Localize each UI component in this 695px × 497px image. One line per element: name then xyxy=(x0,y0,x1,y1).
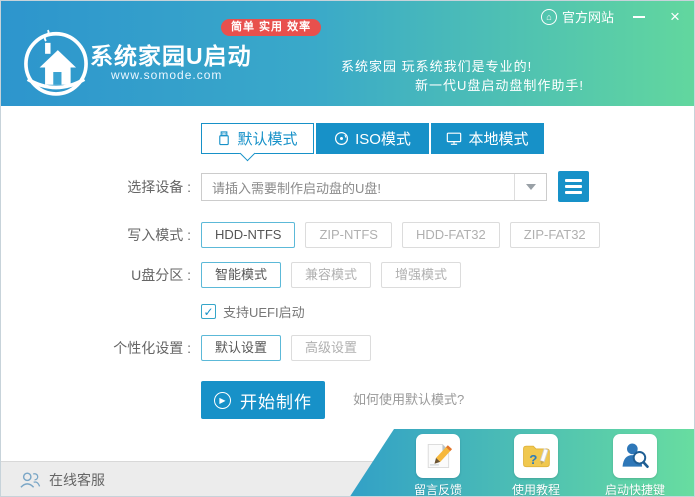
slogan-badge: 简单 实用 效率 xyxy=(221,19,322,36)
official-site-label: 官方网站 xyxy=(561,10,614,25)
app-logo-house-icon xyxy=(24,29,88,96)
customer-service-icon xyxy=(20,472,41,488)
hotkey-label: 启动快捷键 xyxy=(604,483,665,497)
app-title: 系统家园U启动 xyxy=(90,43,252,69)
partition-enhanced-mode[interactable]: 增强模式 xyxy=(381,262,462,288)
online-service-button[interactable]: 在线客服 xyxy=(19,470,105,490)
uefi-checkbox-wrap[interactable]: ✓ 支持UEFI启动 xyxy=(201,302,305,321)
play-icon: ▶ xyxy=(214,391,231,409)
tab-iso-mode[interactable]: ISO模式 xyxy=(316,123,429,154)
partition-compat-mode[interactable]: 兼容模式 xyxy=(291,262,372,288)
partition-label: U盘分区 : xyxy=(131,267,191,283)
tutorial-folder-icon: ? xyxy=(514,434,558,478)
uefi-checkbox[interactable]: ✓ xyxy=(201,304,216,319)
hamburger-icon xyxy=(565,179,582,182)
write-mode-label: 写入模式 : xyxy=(127,227,191,243)
write-mode-hdd-ntfs[interactable]: HDD-NTFS xyxy=(201,222,296,248)
write-mode-hdd-fat32[interactable]: HDD-FAT32 xyxy=(401,222,500,248)
personalize-default[interactable]: 默认设置 xyxy=(201,335,282,361)
minimize-icon xyxy=(633,15,645,18)
hotkey-search-icon xyxy=(613,434,657,478)
minimize-button[interactable] xyxy=(628,8,650,26)
device-select-arrow[interactable] xyxy=(514,174,546,200)
feedback-shortcut[interactable]: 留言反馈 xyxy=(403,434,473,497)
slogan-line2: 新一代U盘启动盘制作助手! xyxy=(415,78,585,93)
app-url: www.somode.com xyxy=(111,68,223,82)
chevron-down-icon xyxy=(525,184,536,190)
monitor-icon xyxy=(447,132,462,145)
device-menu-button[interactable] xyxy=(558,171,589,202)
disc-icon xyxy=(335,131,349,146)
partition-smart-mode[interactable]: 智能模式 xyxy=(201,262,282,288)
feedback-pencil-icon xyxy=(416,434,460,478)
write-mode-zip-fat32[interactable]: ZIP-FAT32 xyxy=(509,222,600,248)
header: 系统家园U启动 www.somode.com 简单 实用 效率 系统家园 玩系统… xyxy=(1,1,694,106)
tab-local-mode[interactable]: 本地模式 xyxy=(431,123,544,154)
tutorial-shortcut[interactable]: ? 使用教程 xyxy=(501,434,571,497)
uefi-checkbox-label: 支持UEFI启动 xyxy=(223,305,305,320)
tab-iso-label: ISO模式 xyxy=(355,131,411,148)
footer-shortcuts-panel: 留言反馈 ? 使用教程 启动快捷键 xyxy=(349,429,694,497)
usb-icon xyxy=(219,131,230,146)
official-site-link[interactable]: ⌂ 官方网站 xyxy=(540,7,614,26)
feedback-label: 留言反馈 xyxy=(413,483,462,497)
hotkey-shortcut[interactable]: 启动快捷键 xyxy=(600,434,670,497)
write-mode-zip-ntfs[interactable]: ZIP-NTFS xyxy=(305,222,392,248)
start-button[interactable]: ▶ 开始制作 xyxy=(201,381,325,419)
device-select[interactable]: 请插入需要制作启动盘的U盘! xyxy=(201,173,547,201)
device-label: 选择设备 : xyxy=(127,179,191,195)
app-window: 系统家园U启动 www.somode.com 简单 实用 效率 系统家园 玩系统… xyxy=(0,0,695,497)
tab-default-mode[interactable]: 默认模式 xyxy=(201,123,314,154)
personalize-label: 个性化设置 : xyxy=(113,340,191,356)
official-site-icon: ⌂ xyxy=(540,8,557,25)
svg-text:?: ? xyxy=(529,452,537,467)
tutorial-label: 使用教程 xyxy=(511,483,560,497)
online-service-label: 在线客服 xyxy=(49,472,105,488)
device-select-value: 请插入需要制作启动盘的U盘! xyxy=(212,180,382,196)
help-link[interactable]: 如何使用默认模式? xyxy=(353,381,464,419)
slogan-line1: 系统家园 玩系统我们是专业的! xyxy=(341,59,533,74)
mode-tabs: 默认模式 ISO模式 本地模式 xyxy=(201,123,544,154)
tab-local-label: 本地模式 xyxy=(468,131,529,148)
titlebar-controls: ⌂ 官方网站 × xyxy=(540,7,686,26)
personalize-advanced[interactable]: 高级设置 xyxy=(291,335,372,361)
start-button-label: 开始制作 xyxy=(240,392,312,412)
close-button[interactable]: × xyxy=(664,8,686,26)
